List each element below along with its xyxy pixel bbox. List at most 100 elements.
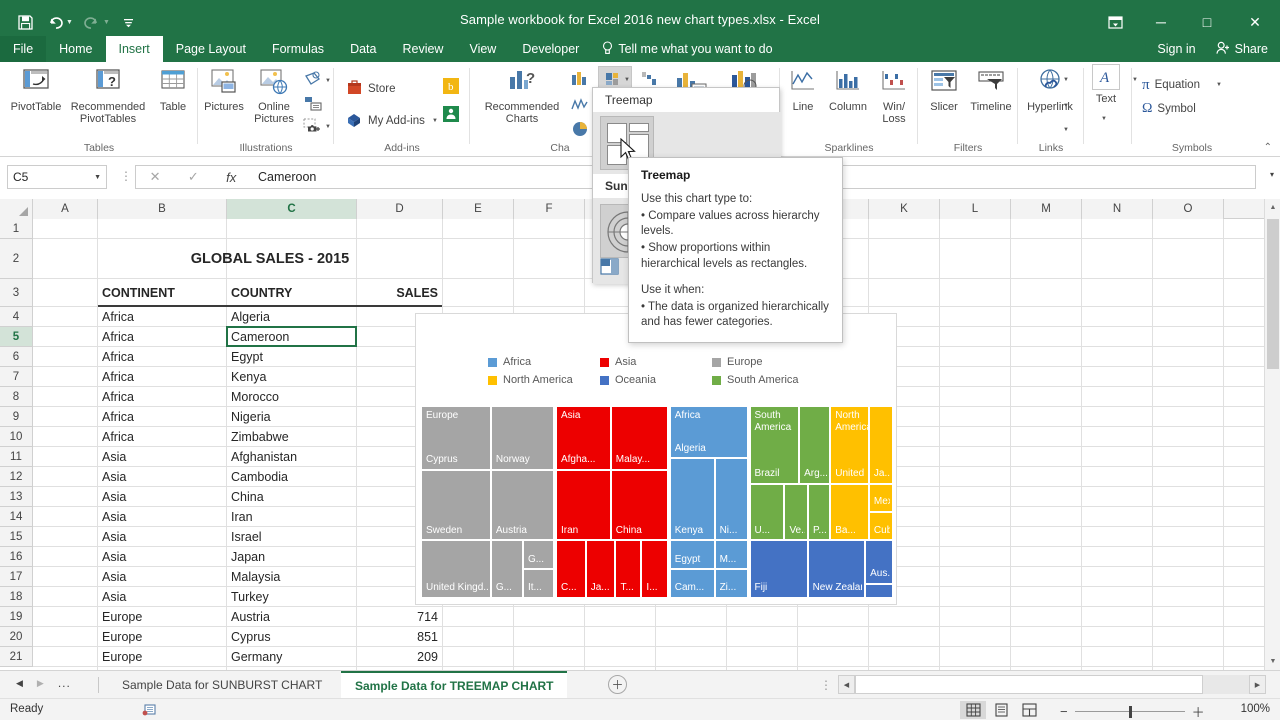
treemap-tile[interactable]: South America Brazil	[749, 406, 800, 484]
row-header-21[interactable]: 21	[0, 647, 33, 667]
cell-B2-title[interactable]: GLOBAL SALES - 2015	[98, 239, 442, 278]
expand-formula-bar-icon[interactable]: ▾	[1270, 170, 1274, 179]
cell-C15[interactable]: Israel	[227, 527, 356, 546]
horizontal-scroll-thumb[interactable]	[855, 675, 1203, 694]
cell-B16[interactable]: Asia	[98, 547, 226, 566]
equation-button[interactable]: π Equation ▼	[1142, 74, 1222, 96]
column-header-F[interactable]: F	[514, 199, 585, 219]
column-header-N[interactable]: N	[1082, 199, 1153, 219]
cell-C10[interactable]: Zimbabwe	[227, 427, 356, 446]
treemap-chart-object[interactable]: Ch Africa Asia Europe North	[415, 313, 897, 605]
screenshot-dropdown-icon[interactable]: ▼	[325, 124, 331, 130]
page-layout-view-icon[interactable]	[988, 701, 1014, 719]
treemap-tile[interactable]: M...	[714, 540, 748, 569]
online-pictures-button[interactable]: Online Pictures	[248, 66, 300, 138]
sparkline-line-button[interactable]: Line	[782, 66, 824, 138]
treemap-tile[interactable]: Mexico	[868, 483, 893, 512]
treemap-tile[interactable]: Ni...	[714, 458, 748, 540]
cell-C19[interactable]: Austria	[227, 607, 356, 626]
horizontal-scroll-track[interactable]	[855, 675, 1249, 694]
cell-C20[interactable]: Cyprus	[227, 627, 356, 646]
row-header-3[interactable]: 3	[0, 279, 33, 307]
people-graph-button[interactable]	[442, 104, 460, 126]
legend-item-europe[interactable]: Europe	[712, 356, 824, 368]
smartart-button[interactable]	[303, 94, 322, 116]
row-header-6[interactable]: 6	[0, 347, 33, 367]
sheet-tab-sunburst[interactable]: Sample Data for SUNBURST CHART	[108, 671, 337, 699]
vertical-scroll-thumb[interactable]	[1267, 219, 1279, 369]
zoom-percentage[interactable]: 100%	[1241, 703, 1270, 715]
cell-C9[interactable]: Nigeria	[227, 407, 356, 426]
tab-formulas[interactable]: Formulas	[259, 36, 337, 62]
cell-B9[interactable]: Africa	[98, 407, 226, 426]
cell-B18[interactable]: Asia	[98, 587, 226, 606]
row-header-18[interactable]: 18	[0, 587, 33, 607]
treemap-tile[interactable]: China	[610, 469, 668, 540]
zoom-in-button[interactable]: ＋	[1192, 702, 1205, 720]
cell-C7[interactable]: Kenya	[227, 367, 356, 386]
treemap-tile[interactable]: U...	[749, 483, 785, 540]
treemap-tile[interactable]: United Kingd...	[421, 540, 491, 598]
treemap-tile[interactable]: New Zealand	[807, 540, 866, 598]
cell-B6[interactable]: Africa	[98, 347, 226, 366]
treemap-tile[interactable]: Austria	[490, 469, 554, 540]
tab-page-layout[interactable]: Page Layout	[163, 36, 259, 62]
cell-C12[interactable]: Cambodia	[227, 467, 356, 486]
treemap-tile[interactable]: Arg...	[799, 406, 831, 484]
next-sheet-icon[interactable]: ▶	[37, 678, 44, 689]
name-box[interactable]: C5 ▼	[7, 165, 107, 189]
equation-dropdown-icon[interactable]: ▼	[1216, 82, 1222, 88]
scroll-left-icon[interactable]: ◀	[838, 675, 855, 694]
cell-B3-header[interactable]: CONTINENT	[98, 279, 226, 306]
cell-B10[interactable]: Africa	[98, 427, 226, 446]
cell-C3-header[interactable]: COUNTRY	[227, 279, 356, 306]
row-header-7[interactable]: 7	[0, 367, 33, 387]
zoom-slider[interactable]	[1074, 704, 1185, 720]
cell-C11[interactable]: Afghanistan	[227, 447, 356, 466]
name-box-dropdown-icon[interactable]: ▼	[94, 174, 101, 181]
row-header-11[interactable]: 11	[0, 447, 33, 467]
treemap-tile[interactable]	[865, 583, 893, 598]
cell-C16[interactable]: Japan	[227, 547, 356, 566]
zoom-out-button[interactable]: −	[1060, 704, 1068, 719]
page-break-view-icon[interactable]	[1016, 701, 1042, 719]
cell-B12[interactable]: Asia	[98, 467, 226, 486]
tab-developer[interactable]: Developer	[509, 36, 592, 62]
cell-B19[interactable]: Europe	[98, 607, 226, 626]
shapes-button[interactable]: ▼	[303, 70, 331, 92]
sheet-tab-treemap[interactable]: Sample Data for TREEMAP CHART	[341, 671, 568, 699]
cell-B13[interactable]: Asia	[98, 487, 226, 506]
cell-D19[interactable]: 714	[357, 607, 442, 626]
shapes-dropdown-icon[interactable]: ▼	[325, 78, 331, 84]
row-header-2[interactable]: 2	[0, 239, 33, 279]
tab-home[interactable]: Home	[46, 36, 105, 62]
column-header-L[interactable]: L	[940, 199, 1011, 219]
vertical-scrollbar[interactable]: ▲ ▼	[1264, 199, 1280, 670]
treemap-tile[interactable]: Fiji	[749, 540, 808, 598]
select-all-corner[interactable]	[0, 199, 33, 219]
treemap-tile[interactable]: Europe Cyprus	[421, 406, 491, 470]
scroll-up-icon[interactable]: ▲	[1265, 199, 1280, 216]
cell-B11[interactable]: Asia	[98, 447, 226, 466]
cell-B8[interactable]: Africa	[98, 387, 226, 406]
column-header-A[interactable]: A	[33, 199, 98, 219]
column-header-O[interactable]: O	[1153, 199, 1224, 219]
column-header-B[interactable]: B	[98, 199, 227, 219]
row-header-12[interactable]: 12	[0, 467, 33, 487]
treemap-tile[interactable]: Sweden	[421, 469, 491, 540]
treemap-tile[interactable]: Iran	[555, 469, 611, 540]
text-dropdown-icon[interactable]: ▼	[1101, 116, 1107, 122]
row-header-8[interactable]: 8	[0, 387, 33, 407]
cancel-icon[interactable]: ✕	[150, 169, 161, 185]
timeline-button[interactable]: Timeline	[966, 66, 1016, 138]
scroll-right-icon[interactable]: ▶	[1249, 675, 1266, 694]
legend-item-africa[interactable]: Africa	[488, 356, 600, 368]
recommended-charts-button[interactable]: ? Recommended Charts	[480, 66, 564, 138]
row-header-15[interactable]: 15	[0, 527, 33, 547]
column-header-D[interactable]: D	[357, 199, 443, 219]
row-header-20[interactable]: 20	[0, 627, 33, 647]
insert-function-icon[interactable]: fx	[226, 170, 236, 185]
my-addins-button[interactable]: My Add-ins ▼	[346, 110, 438, 132]
pictures-button[interactable]: Pictures	[198, 66, 250, 138]
first-sheet-icon[interactable]: ◀	[16, 678, 23, 689]
